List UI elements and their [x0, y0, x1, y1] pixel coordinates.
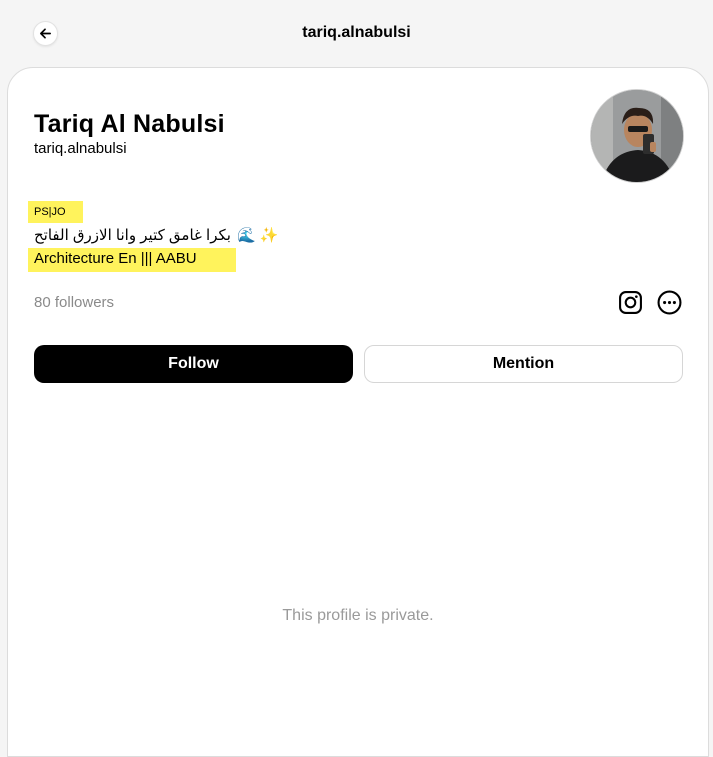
instagram-button[interactable] — [617, 289, 643, 315]
follow-button[interactable]: Follow — [34, 345, 353, 383]
profile-name: Tariq Al Nabulsi — [34, 110, 225, 138]
profile-handle: tariq.alnabulsi — [34, 140, 127, 157]
avatar[interactable] — [590, 89, 684, 183]
more-options-icon — [657, 290, 681, 314]
page-title: tariq.alnabulsi — [302, 24, 411, 41]
more-options-button[interactable] — [656, 289, 682, 315]
bio-quote: بكرا غامق كتير وانا الازرق الفاتح 🌊 ✨ — [34, 226, 278, 244]
private-profile-message: This profile is private. — [282, 607, 434, 624]
bio-education: Architecture En ||| AABU — [34, 250, 197, 267]
instagram-icon — [618, 290, 642, 314]
mention-button[interactable]: Mention — [364, 345, 683, 383]
bio-location: PS|JO — [34, 206, 66, 218]
avatar-photo — [591, 90, 683, 182]
bio-emoji: 🌊 ✨ — [236, 227, 279, 244]
bio-quote-text: بكرا غامق كتير وانا الازرق الفاتح — [34, 227, 231, 244]
top-bar: tariq.alnabulsi — [0, 0, 713, 68]
followers-count[interactable]: 80 followers — [34, 294, 114, 311]
profile-card: Tariq Al Nabulsi tariq.alnabulsi PS|JO ب… — [7, 67, 709, 757]
